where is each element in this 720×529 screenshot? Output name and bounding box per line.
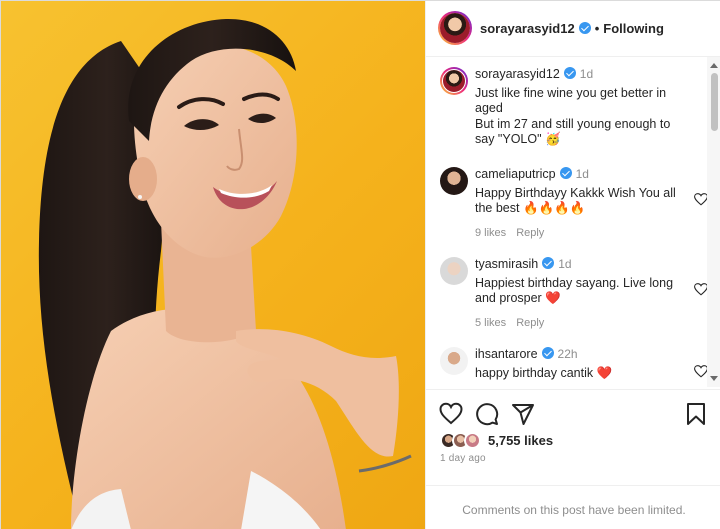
- comment-avatar[interactable]: [440, 347, 468, 375]
- likes-count[interactable]: 5,755 likes: [488, 433, 553, 448]
- author-username[interactable]: sorayarasyid12: [480, 21, 575, 36]
- paper-plane-icon[interactable]: [511, 402, 535, 426]
- comment-time: 22h: [557, 347, 578, 361]
- comment-item: tyasmirasih 1d Happiest birthday sayang. …: [440, 257, 708, 337]
- liked-by-avatars[interactable]: [440, 432, 490, 450]
- portrait-illustration: [38, 18, 412, 529]
- caption-line: But im 27 and still young enough to say …: [475, 116, 671, 147]
- reply-button[interactable]: Reply: [516, 317, 544, 329]
- verified-badge-icon: [542, 257, 555, 269]
- post-timestamp[interactable]: 1 day ago: [440, 453, 486, 464]
- caption-avatar[interactable]: [440, 67, 468, 95]
- comment-username[interactable]: cameliaputricp: [475, 167, 556, 181]
- comment-like-heart-icon[interactable]: [694, 193, 708, 206]
- comment-avatar[interactable]: [440, 167, 468, 195]
- scrollbar-thumb[interactable]: [711, 73, 718, 131]
- scroll-up-arrow-icon[interactable]: [710, 63, 718, 68]
- comment-meta: 5 likes Reply: [475, 316, 685, 332]
- comment-meta: 9 likes Reply: [475, 226, 685, 242]
- caption-text: Just like fine wine you get better in ag…: [475, 86, 685, 148]
- post-actions: 5,755 likes 1 day ago: [426, 389, 720, 481]
- scroll-down-arrow-icon[interactable]: [710, 376, 718, 381]
- comment-time: 1d: [575, 167, 589, 181]
- caption: sorayarasyid12 1d Just like fine wine you…: [440, 67, 704, 157]
- comment-likes[interactable]: 9 likes: [475, 227, 506, 239]
- comment-avatar[interactable]: [440, 257, 468, 285]
- comments-list[interactable]: sorayarasyid12 1d Just like fine wine you…: [426, 57, 720, 387]
- verified-badge-icon: [578, 22, 591, 34]
- verified-badge-icon: [559, 167, 572, 179]
- header-username-row: sorayarasyid12 • Following: [480, 21, 664, 36]
- following-button[interactable]: Following: [603, 21, 664, 36]
- comment-item: cameliaputricp 1d Happy Birthdayy Kakkk W…: [440, 167, 708, 247]
- comment-text: Happiest birthday sayang. Live long and …: [475, 275, 674, 306]
- reply-button[interactable]: Reply: [516, 227, 544, 239]
- comment-time: 1d: [558, 257, 572, 271]
- liker-avatar: [464, 432, 481, 449]
- comment-bubble-icon[interactable]: [475, 402, 499, 426]
- comment-like-heart-icon[interactable]: [694, 365, 708, 378]
- comment-text: happy birthday cantik ❤️: [475, 365, 613, 380]
- post-sidebar: sorayarasyid12 • Following sorayarasyid12 1…: [425, 1, 720, 529]
- caption-username[interactable]: sorayarasyid12: [475, 67, 560, 81]
- post-photo[interactable]: [1, 1, 425, 529]
- verified-badge-icon: [563, 67, 576, 79]
- comment-item: ihsantarore 22h happy birthday cantik ❤️: [440, 347, 708, 387]
- author-avatar[interactable]: [438, 11, 472, 45]
- bookmark-icon[interactable]: [684, 402, 708, 426]
- verified-badge-icon: [541, 347, 554, 359]
- comment-likes[interactable]: 5 likes: [475, 317, 506, 329]
- heart-outline-icon[interactable]: [439, 402, 463, 426]
- caption-line: Just like fine wine you get better in ag…: [475, 85, 667, 116]
- caption-time: 1d: [579, 67, 594, 81]
- comment-like-heart-icon[interactable]: [694, 283, 708, 296]
- comment-text: Happy Birthdayy Kakkk Wish You all the b…: [475, 185, 676, 216]
- instagram-post: sorayarasyid12 • Following sorayarasyid12 1…: [0, 0, 720, 529]
- comment-username[interactable]: ihsantarore: [475, 347, 538, 361]
- comments-limited-notice: Comments on this post have been limited.: [426, 485, 720, 529]
- separator-dot: •: [594, 21, 600, 36]
- comments-scrollbar[interactable]: [707, 57, 720, 387]
- post-header: sorayarasyid12 • Following: [426, 1, 720, 57]
- comment-username[interactable]: tyasmirasih: [475, 257, 538, 271]
